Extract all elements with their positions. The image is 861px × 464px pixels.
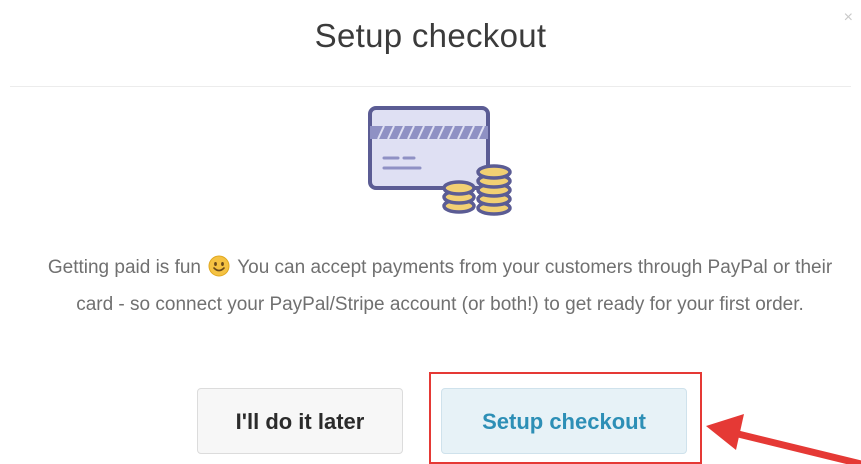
credit-card-coins-icon	[368, 106, 512, 216]
description-part1: Getting paid is fun	[47, 257, 201, 278]
setup-checkout-modal: Setup checkout × Getting paid is fun You…	[0, 0, 861, 464]
description-text: Getting paid is fun You can accept payme…	[30, 249, 850, 323]
close-icon[interactable]: ×	[844, 8, 853, 28]
arrow-icon	[706, 414, 861, 464]
do-it-later-button[interactable]: I'll do it later	[197, 388, 403, 454]
setup-checkout-button[interactable]: Setup checkout	[441, 388, 687, 454]
header-divider	[10, 86, 851, 87]
smiley-emoji-icon	[208, 255, 230, 277]
modal-title: Setup checkout	[314, 17, 547, 54]
